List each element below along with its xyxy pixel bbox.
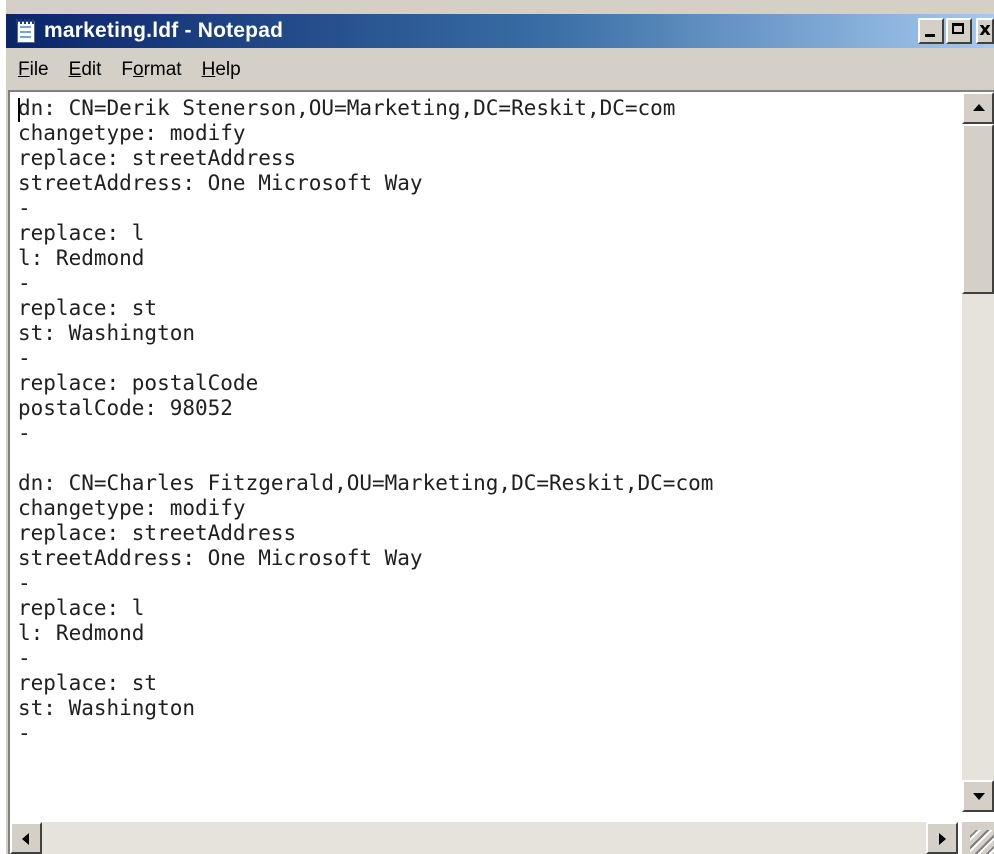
text-line: changetype: modify — [18, 496, 246, 520]
text-editor[interactable]: dn: CN=Derik Stenerson,OU=Marketing,DC=R… — [8, 90, 994, 854]
text-line: l: Redmond — [18, 246, 145, 270]
document-text[interactable]: dn: CN=Derik Stenerson,OU=Marketing,DC=R… — [18, 96, 958, 806]
window-title: marketing.ldf - Notepad — [44, 19, 284, 42]
text-line: dn: CN=Charles Fitzgerald,OU=Marketing,D… — [18, 471, 714, 495]
vertical-scroll-thumb[interactable] — [962, 124, 994, 294]
text-line: changetype: modify — [18, 121, 246, 145]
text-line: - — [18, 196, 31, 220]
window-controls: x — [916, 18, 994, 44]
menu-format-accel: o — [133, 59, 144, 80]
text-line: - — [18, 421, 31, 445]
text-line: st: Washington — [18, 696, 196, 720]
menu-bar: File Edit Format Help — [6, 54, 994, 86]
menu-edit[interactable]: Edit — [61, 59, 110, 81]
menu-help-label: elp — [215, 59, 241, 80]
resize-grip-icon[interactable] — [962, 822, 994, 854]
text-line: - — [18, 646, 31, 670]
menu-format[interactable]: Format — [113, 59, 189, 81]
close-icon: x — [979, 19, 991, 40]
text-line: st: Washington — [18, 321, 196, 345]
text-line: postalCode: 98052 — [18, 396, 233, 420]
scroll-up-icon[interactable] — [962, 92, 994, 124]
menu-edit-accel: E — [68, 59, 82, 80]
text-line: replace: postalCode — [18, 371, 259, 395]
scroll-down-icon[interactable] — [962, 780, 994, 812]
menu-edit-label: dit — [81, 59, 102, 80]
text-line: replace: streetAddress — [18, 521, 297, 545]
scroll-right-icon[interactable] — [926, 822, 958, 854]
text-line: l: Redmond — [18, 621, 145, 645]
close-button[interactable]: x — [976, 18, 994, 44]
maximize-button[interactable] — [946, 18, 972, 44]
menu-file-accel: F — [18, 59, 30, 80]
text-line: dn: CN=Derik Stenerson,OU=Marketing,DC=R… — [18, 96, 676, 120]
text-line: replace: l — [18, 596, 145, 620]
text-line: streetAddress: One Microsoft Way — [18, 171, 423, 195]
title-bar[interactable]: marketing.ldf - Notepad x — [6, 14, 994, 48]
menu-help[interactable]: Help — [194, 59, 249, 81]
text-line: replace: st — [18, 296, 158, 320]
minimize-button[interactable] — [918, 18, 944, 44]
text-line — [18, 446, 958, 471]
text-line: - — [18, 571, 31, 595]
text-line: - — [18, 346, 31, 370]
text-line: streetAddress: One Microsoft Way — [18, 546, 423, 570]
text-line: replace: l — [18, 221, 145, 245]
text-line: - — [18, 271, 31, 295]
menu-file-label: ile — [29, 59, 49, 80]
vertical-scrollbar[interactable] — [962, 92, 994, 812]
notepad-window: marketing.ldf - Notepad x File Edit Form… — [6, 0, 994, 854]
text-line: replace: streetAddress — [18, 146, 297, 170]
menu-help-accel: H — [201, 59, 216, 80]
menu-file[interactable]: File — [10, 59, 57, 81]
notepad-icon[interactable] — [14, 19, 38, 43]
scroll-left-icon[interactable] — [10, 822, 42, 854]
horizontal-scrollbar[interactable] — [10, 822, 958, 854]
menu-format-label: rmat — [143, 59, 182, 80]
menu-format-pre: F — [121, 59, 133, 80]
text-line: replace: st — [18, 671, 158, 695]
text-line: - — [18, 721, 31, 745]
text-caret — [18, 98, 20, 122]
